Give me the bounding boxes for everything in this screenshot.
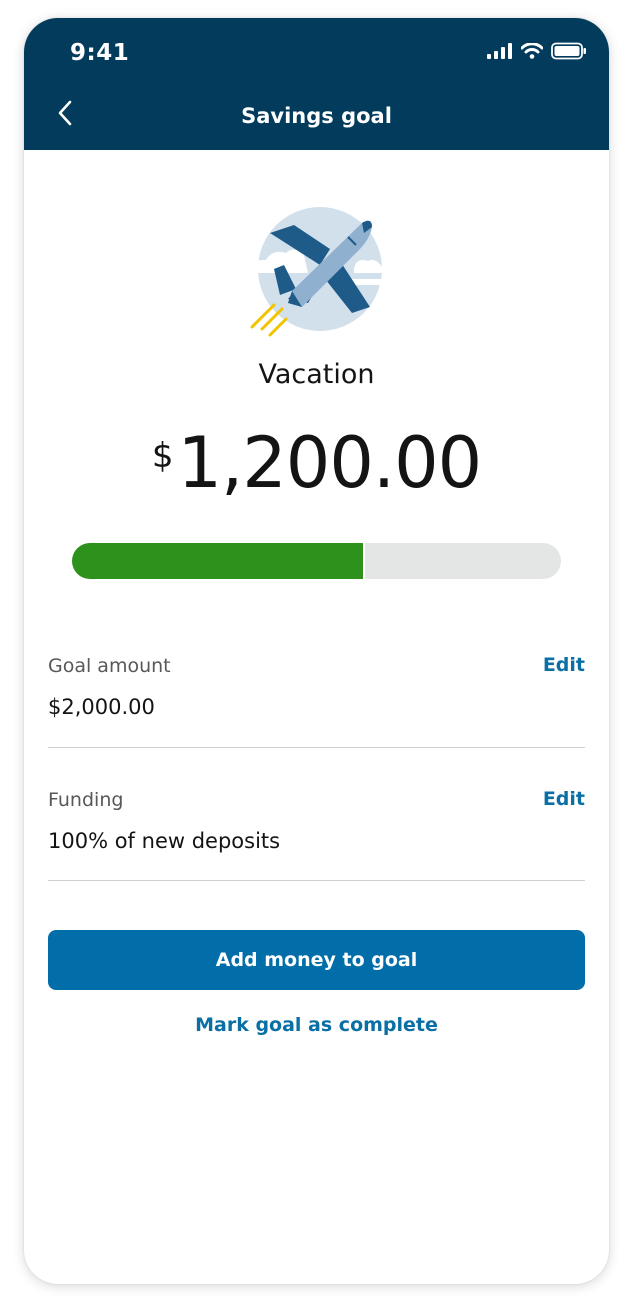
status-time: 9:41 — [70, 40, 130, 66]
saved-amount: $ 1,200.00 — [24, 423, 609, 503]
wifi-icon — [520, 42, 544, 63]
battery-icon — [551, 42, 587, 64]
edit-funding-link[interactable]: Edit — [543, 784, 585, 814]
goal-amount-label: Goal amount — [48, 655, 171, 677]
airplane-icon — [244, 203, 389, 338]
goal-amount-value: $2,000.00 — [48, 695, 155, 719]
currency-symbol: $ — [151, 436, 174, 476]
divider — [48, 747, 585, 748]
mark-complete-link[interactable]: Mark goal as complete — [24, 1010, 609, 1040]
page-title: Savings goal — [241, 104, 392, 128]
phone-screen: 9:41 Savings goal Vacation $ 1,200.00 Go… — [24, 18, 609, 1284]
divider — [48, 880, 585, 881]
app-header: 9:41 Savings goal — [24, 18, 609, 150]
funding-label: Funding — [48, 789, 124, 811]
saved-amount-value: 1,200.00 — [177, 422, 482, 504]
goal-progress-fill — [72, 543, 366, 579]
goal-name: Vacation — [258, 359, 375, 390]
add-money-button[interactable]: Add money to goal — [48, 930, 585, 990]
edit-goal-amount-link[interactable]: Edit — [543, 650, 585, 680]
funding-value: 100% of new deposits — [48, 829, 281, 853]
signal-icon — [487, 43, 513, 63]
status-icons — [487, 42, 587, 64]
goal-progress-bar — [72, 543, 561, 579]
